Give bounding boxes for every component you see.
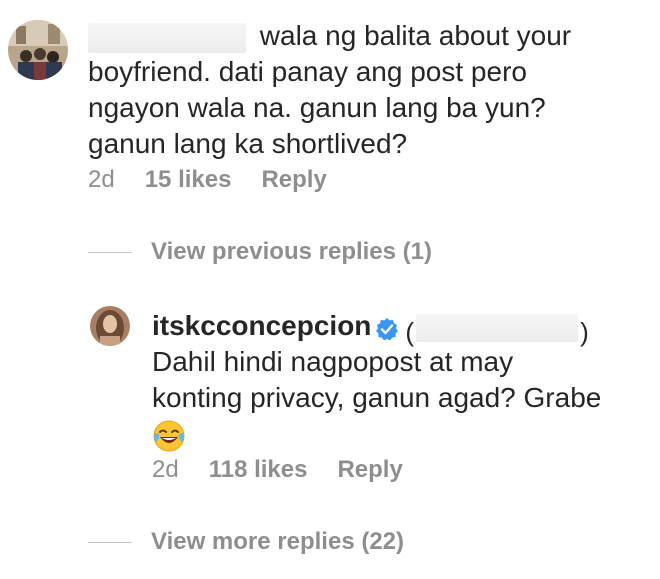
avatar-photo [8, 20, 68, 80]
view-previous-replies-label[interactable]: View previous replies (1) [151, 238, 432, 266]
comment-line: ngayon wala na. ganun lang ba yun? [88, 92, 546, 123]
reply-button[interactable]: Reply [337, 456, 402, 483]
view-previous-replies[interactable]: View previous replies (1) [88, 238, 432, 266]
avatar[interactable] [8, 20, 68, 80]
view-more-replies[interactable]: View more replies (22) [88, 528, 404, 556]
timestamp[interactable]: 2d [88, 166, 115, 193]
redacted-username[interactable] [88, 22, 246, 53]
comment-meta: 2d 15 likes Reply [88, 166, 357, 194]
face-with-tears-of-joy-icon [152, 419, 186, 453]
divider-line [88, 251, 132, 253]
likes-count[interactable]: 15 likes [145, 166, 232, 193]
reply-text: itskcconcepcion () Dahil hindi nagpopost … [152, 308, 652, 456]
likes-count[interactable]: 118 likes [209, 456, 308, 483]
comment-line: ganun lang ka shortlived? [88, 128, 408, 159]
username-link[interactable]: itskcconcepcion [152, 310, 371, 341]
timestamp[interactable]: 2d [152, 456, 179, 483]
divider-line [88, 541, 132, 543]
reply-line: konting privacy, ganun agad? Grabe [152, 382, 602, 413]
comment-text: wala ng balita about your boyfriend. dat… [88, 18, 648, 162]
reply-button[interactable]: Reply [261, 166, 326, 193]
reply-line: Dahil hindi nagpopost at may [152, 346, 514, 377]
avatar[interactable] [90, 306, 130, 346]
redacted-mention[interactable]: () [405, 313, 589, 346]
comment-line: wala ng balita about your [259, 20, 572, 51]
comment-line: boyfriend. dati panay ang post pero [88, 56, 527, 87]
verified-badge-icon [375, 314, 399, 341]
reply-meta: 2d 118 likes Reply [152, 456, 433, 484]
avatar-photo [90, 306, 130, 346]
view-more-replies-label[interactable]: View more replies (22) [151, 528, 404, 556]
